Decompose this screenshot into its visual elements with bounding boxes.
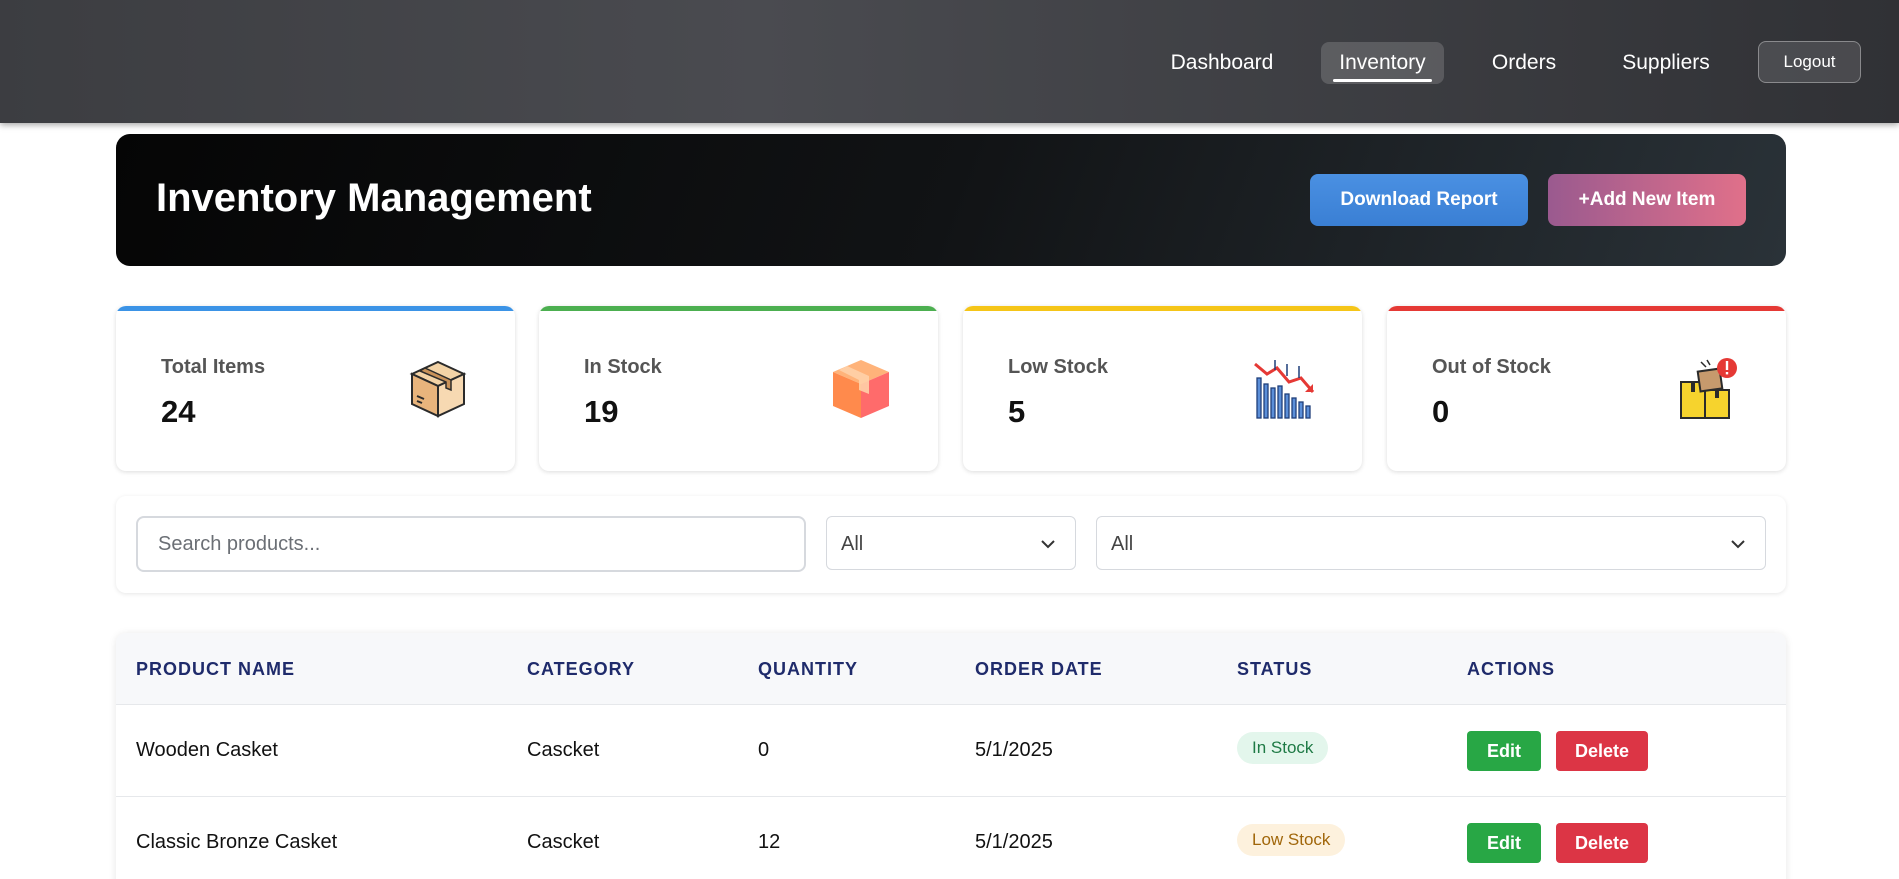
empty-boxes-alert-icon [1680,358,1737,419]
column-header-actions: ACTIONS [1467,659,1555,679]
nav-orders[interactable]: Orders [1481,42,1567,84]
nav-dashboard-label: Dashboard [1170,51,1274,74]
page-header-banner: Inventory Management Download Report +Ad… [116,134,1786,266]
nav-suppliers-label: Suppliers [1622,51,1710,74]
category-cell: Cascket [527,831,600,853]
product-name-cell: Classic Bronze Casket [136,831,338,853]
active-tab-underline [1333,79,1432,82]
stat-card-low-stock: Low Stock 5 [963,306,1362,471]
edit-button[interactable]: Edit [1467,731,1541,771]
table-row: Classic Bronze Casket Cascket 12 5/1/202… [116,797,1786,879]
category-select[interactable]: All [826,516,1076,570]
column-header-order-date[interactable]: ORDER DATE [975,659,1103,680]
card-accent-bar [539,306,938,311]
column-header-quantity[interactable]: QUANTITY [758,659,858,680]
nav-orders-label: Orders [1491,51,1557,74]
nav-inventory-label: Inventory [1339,51,1426,74]
chevron-down-icon [1731,540,1745,549]
box-icon [409,360,467,418]
nav-inventory[interactable]: Inventory [1321,42,1444,84]
stat-label: In Stock [584,356,662,378]
nav-dashboard[interactable]: Dashboard [1158,42,1286,84]
status-badge: In Stock [1237,732,1329,764]
stat-value: 24 [161,394,196,429]
stat-label: Out of Stock [1432,356,1551,378]
column-header-product-name[interactable]: PRODUCT NAME [136,659,295,680]
stat-value: 5 [1008,394,1026,429]
chevron-down-icon [1041,540,1055,549]
category-select-value: All [841,533,864,555]
card-accent-bar [963,306,1362,311]
quantity-cell: 12 [758,831,781,853]
status-select[interactable]: All [1096,516,1766,570]
order-date-cell: 5/1/2025 [975,739,1053,761]
column-header-status[interactable]: STATUS [1237,659,1312,680]
table-row: Wooden Casket Cascket 0 5/1/2025 In Stoc… [116,705,1786,797]
logout-button[interactable]: Logout [1758,41,1861,83]
inventory-table: PRODUCT NAME CATEGORY QUANTITY ORDER DAT… [116,633,1786,879]
order-date-cell: 5/1/2025 [975,831,1053,853]
card-accent-bar [1387,306,1786,311]
filters-bar: All All [116,496,1786,593]
stat-card-total-items: Total Items 24 [116,306,515,471]
column-header-category[interactable]: CATEGORY [527,659,635,680]
page-title: Inventory Management [156,176,592,220]
stat-card-out-of-stock: Out of Stock 0 [1387,306,1786,471]
download-report-button[interactable]: Download Report [1310,174,1528,226]
declining-chart-icon [1254,360,1315,419]
top-navbar: Dashboard Inventory Orders Suppliers Log… [0,0,1899,123]
category-cell: Cascket [527,739,600,761]
stat-value: 19 [584,394,619,429]
product-name-cell: Wooden Casket [136,739,278,761]
status-badge: Low Stock [1237,824,1346,856]
search-input[interactable] [136,516,806,572]
delete-button[interactable]: Delete [1556,731,1648,771]
delete-button[interactable]: Delete [1556,823,1648,863]
status-select-value: All [1111,533,1134,555]
card-accent-bar [116,306,515,311]
add-new-item-button[interactable]: +Add New Item [1548,174,1746,226]
quantity-cell: 0 [758,739,770,761]
stat-card-in-stock: In Stock 19 [539,306,938,471]
table-header: PRODUCT NAME CATEGORY QUANTITY ORDER DAT… [116,633,1786,705]
edit-button[interactable]: Edit [1467,823,1541,863]
stat-label: Total Items [161,356,266,378]
nav-suppliers[interactable]: Suppliers [1612,42,1720,84]
stat-label: Low Stock [1008,356,1109,378]
cube-icon [833,360,889,418]
stat-value: 0 [1432,394,1450,429]
